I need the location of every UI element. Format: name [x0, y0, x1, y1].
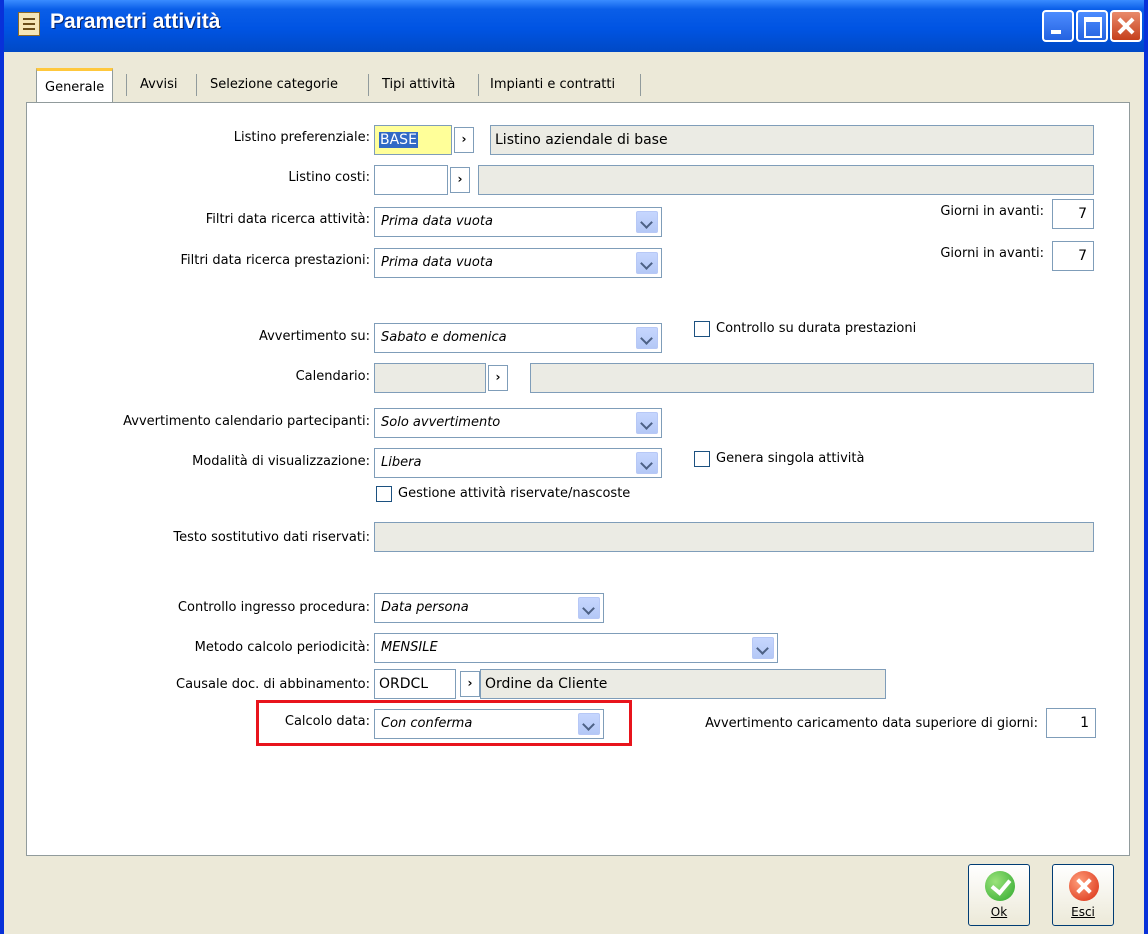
- chevron-down-icon[interactable]: [636, 412, 658, 434]
- controllo-ingresso-value: Data persona: [381, 600, 469, 615]
- esci-button[interactable]: Esci: [1052, 864, 1114, 926]
- modalita-visualizzazione-value: Libera: [381, 455, 422, 470]
- giorni-avanti-label: Giorni in avanti:: [940, 246, 1044, 261]
- listino-preferenziale-code[interactable]: BASE: [374, 125, 452, 155]
- avvertimento-su-combo[interactable]: Sabato e domenica: [374, 323, 662, 353]
- chevron-down-icon[interactable]: [636, 252, 658, 274]
- tab-separator: [368, 74, 369, 96]
- genera-singola-label: Genera singola attività: [716, 451, 865, 466]
- listino-costi-desc: [478, 165, 1094, 195]
- listino-preferenziale-desc: Listino aziendale di base: [490, 125, 1094, 155]
- causale-doc-label: Causale doc. di abbinamento:: [176, 677, 370, 692]
- title-bar[interactable]: Parametri attività: [4, 0, 1144, 52]
- app-document-icon: [18, 12, 40, 36]
- minimize-button[interactable]: [1042, 10, 1074, 42]
- chevron-down-icon[interactable]: [578, 713, 600, 735]
- calcolo-data-combo[interactable]: Con conferma: [374, 709, 604, 739]
- chevron-down-icon[interactable]: [636, 452, 658, 474]
- chevron-down-icon[interactable]: [636, 211, 658, 233]
- metodo-periodicita-value: MENSILE: [381, 640, 438, 655]
- esci-button-label: Esci: [1071, 905, 1095, 919]
- tab-tipi-attivita[interactable]: Tipi attività: [374, 68, 463, 102]
- maximize-button[interactable]: [1076, 10, 1108, 42]
- testo-sostitutivo-input[interactable]: [374, 522, 1094, 552]
- filtri-attivita-value: Prima data vuota: [381, 214, 493, 229]
- check-icon: [985, 871, 1015, 901]
- modalita-visualizzazione-label: Modalità di visualizzazione:: [192, 454, 370, 469]
- calendario-zoom-button[interactable]: ›: [488, 365, 508, 391]
- giorni-avanti-prestazioni-input[interactable]: 7: [1052, 241, 1094, 271]
- tab-avvisi[interactable]: Avvisi: [132, 68, 186, 102]
- chevron-down-icon[interactable]: [636, 327, 658, 349]
- listino-costi-label: Listino costi:: [288, 170, 370, 185]
- tab-selezione-categorie[interactable]: Selezione categorie: [202, 68, 346, 102]
- chevron-down-icon[interactable]: [578, 597, 600, 619]
- avv-cal-partecipanti-value: Solo avvertimento: [381, 415, 501, 430]
- listino-preferenziale-label: Listino preferenziale:: [233, 130, 370, 145]
- causale-doc-desc: Ordine da Cliente: [480, 669, 886, 699]
- causale-doc-zoom-button[interactable]: ›: [460, 671, 480, 697]
- tab-separator: [640, 74, 641, 96]
- filtri-prestazioni-label: Filtri data ricerca prestazioni:: [180, 253, 370, 268]
- listino-costi-code[interactable]: [374, 165, 448, 195]
- avvertimento-su-label: Avvertimento su:: [258, 329, 370, 344]
- genera-singola-checkbox[interactable]: [694, 451, 710, 467]
- controllo-ingresso-combo[interactable]: Data persona: [374, 593, 604, 623]
- calcolo-data-label: Calcolo data:: [284, 714, 370, 729]
- avv-caricamento-label: Avvertimento caricamento data superiore …: [705, 716, 1038, 731]
- ok-button-label: Ok: [990, 905, 1008, 919]
- controllo-durata-label: Controllo su durata prestazioni: [716, 321, 917, 336]
- tab-separator: [478, 74, 479, 96]
- tab-generale[interactable]: Generale: [36, 68, 114, 102]
- calendario-code[interactable]: [374, 363, 486, 393]
- giorni-avanti-label: Giorni in avanti:: [940, 204, 1044, 219]
- avv-caricamento-input[interactable]: 1: [1046, 708, 1096, 738]
- controllo-durata-checkbox[interactable]: [694, 321, 710, 337]
- controllo-ingresso-label: Controllo ingresso procedura:: [177, 600, 370, 615]
- testo-sostitutivo-label: Testo sostitutivo dati riservati:: [173, 530, 370, 545]
- filtri-attivita-combo[interactable]: Prima data vuota: [374, 207, 662, 237]
- filtri-prestazioni-combo[interactable]: Prima data vuota: [374, 248, 662, 278]
- modalita-visualizzazione-combo[interactable]: Libera: [374, 448, 662, 478]
- gestione-riservate-label: Gestione attività riservate/nascoste: [398, 486, 631, 501]
- listino-preferenziale-zoom-button[interactable]: ›: [454, 127, 474, 153]
- listino-costi-zoom-button[interactable]: ›: [450, 167, 470, 193]
- gestione-riservate-checkbox[interactable]: [376, 486, 392, 502]
- calendario-desc: [530, 363, 1094, 393]
- ok-button[interactable]: Ok: [968, 864, 1030, 926]
- metodo-periodicita-label: Metodo calcolo periodicità:: [194, 640, 370, 655]
- tab-separator: [196, 74, 197, 96]
- filtri-attivita-label: Filtri data ricerca attività:: [205, 212, 370, 227]
- window-title: Parametri attività: [50, 10, 221, 33]
- causale-doc-code[interactable]: ORDCL: [374, 669, 456, 699]
- close-button[interactable]: [1110, 10, 1142, 42]
- avv-cal-partecipanti-label: Avvertimento calendario partecipanti:: [123, 414, 370, 429]
- avvertimento-su-value: Sabato e domenica: [381, 330, 507, 345]
- tab-separator: [126, 74, 127, 96]
- giorni-avanti-attivita-input[interactable]: 7: [1052, 199, 1094, 229]
- calcolo-data-value: Con conferma: [381, 716, 473, 731]
- tab-impianti-contratti[interactable]: Impianti e contratti: [482, 68, 623, 102]
- metodo-periodicita-combo[interactable]: MENSILE: [374, 633, 778, 663]
- avv-cal-partecipanti-combo[interactable]: Solo avvertimento: [374, 408, 662, 438]
- close-x-icon: [1069, 871, 1099, 901]
- filtri-prestazioni-value: Prima data vuota: [381, 255, 493, 270]
- calendario-label: Calendario:: [295, 369, 370, 384]
- chevron-down-icon[interactable]: [752, 637, 774, 659]
